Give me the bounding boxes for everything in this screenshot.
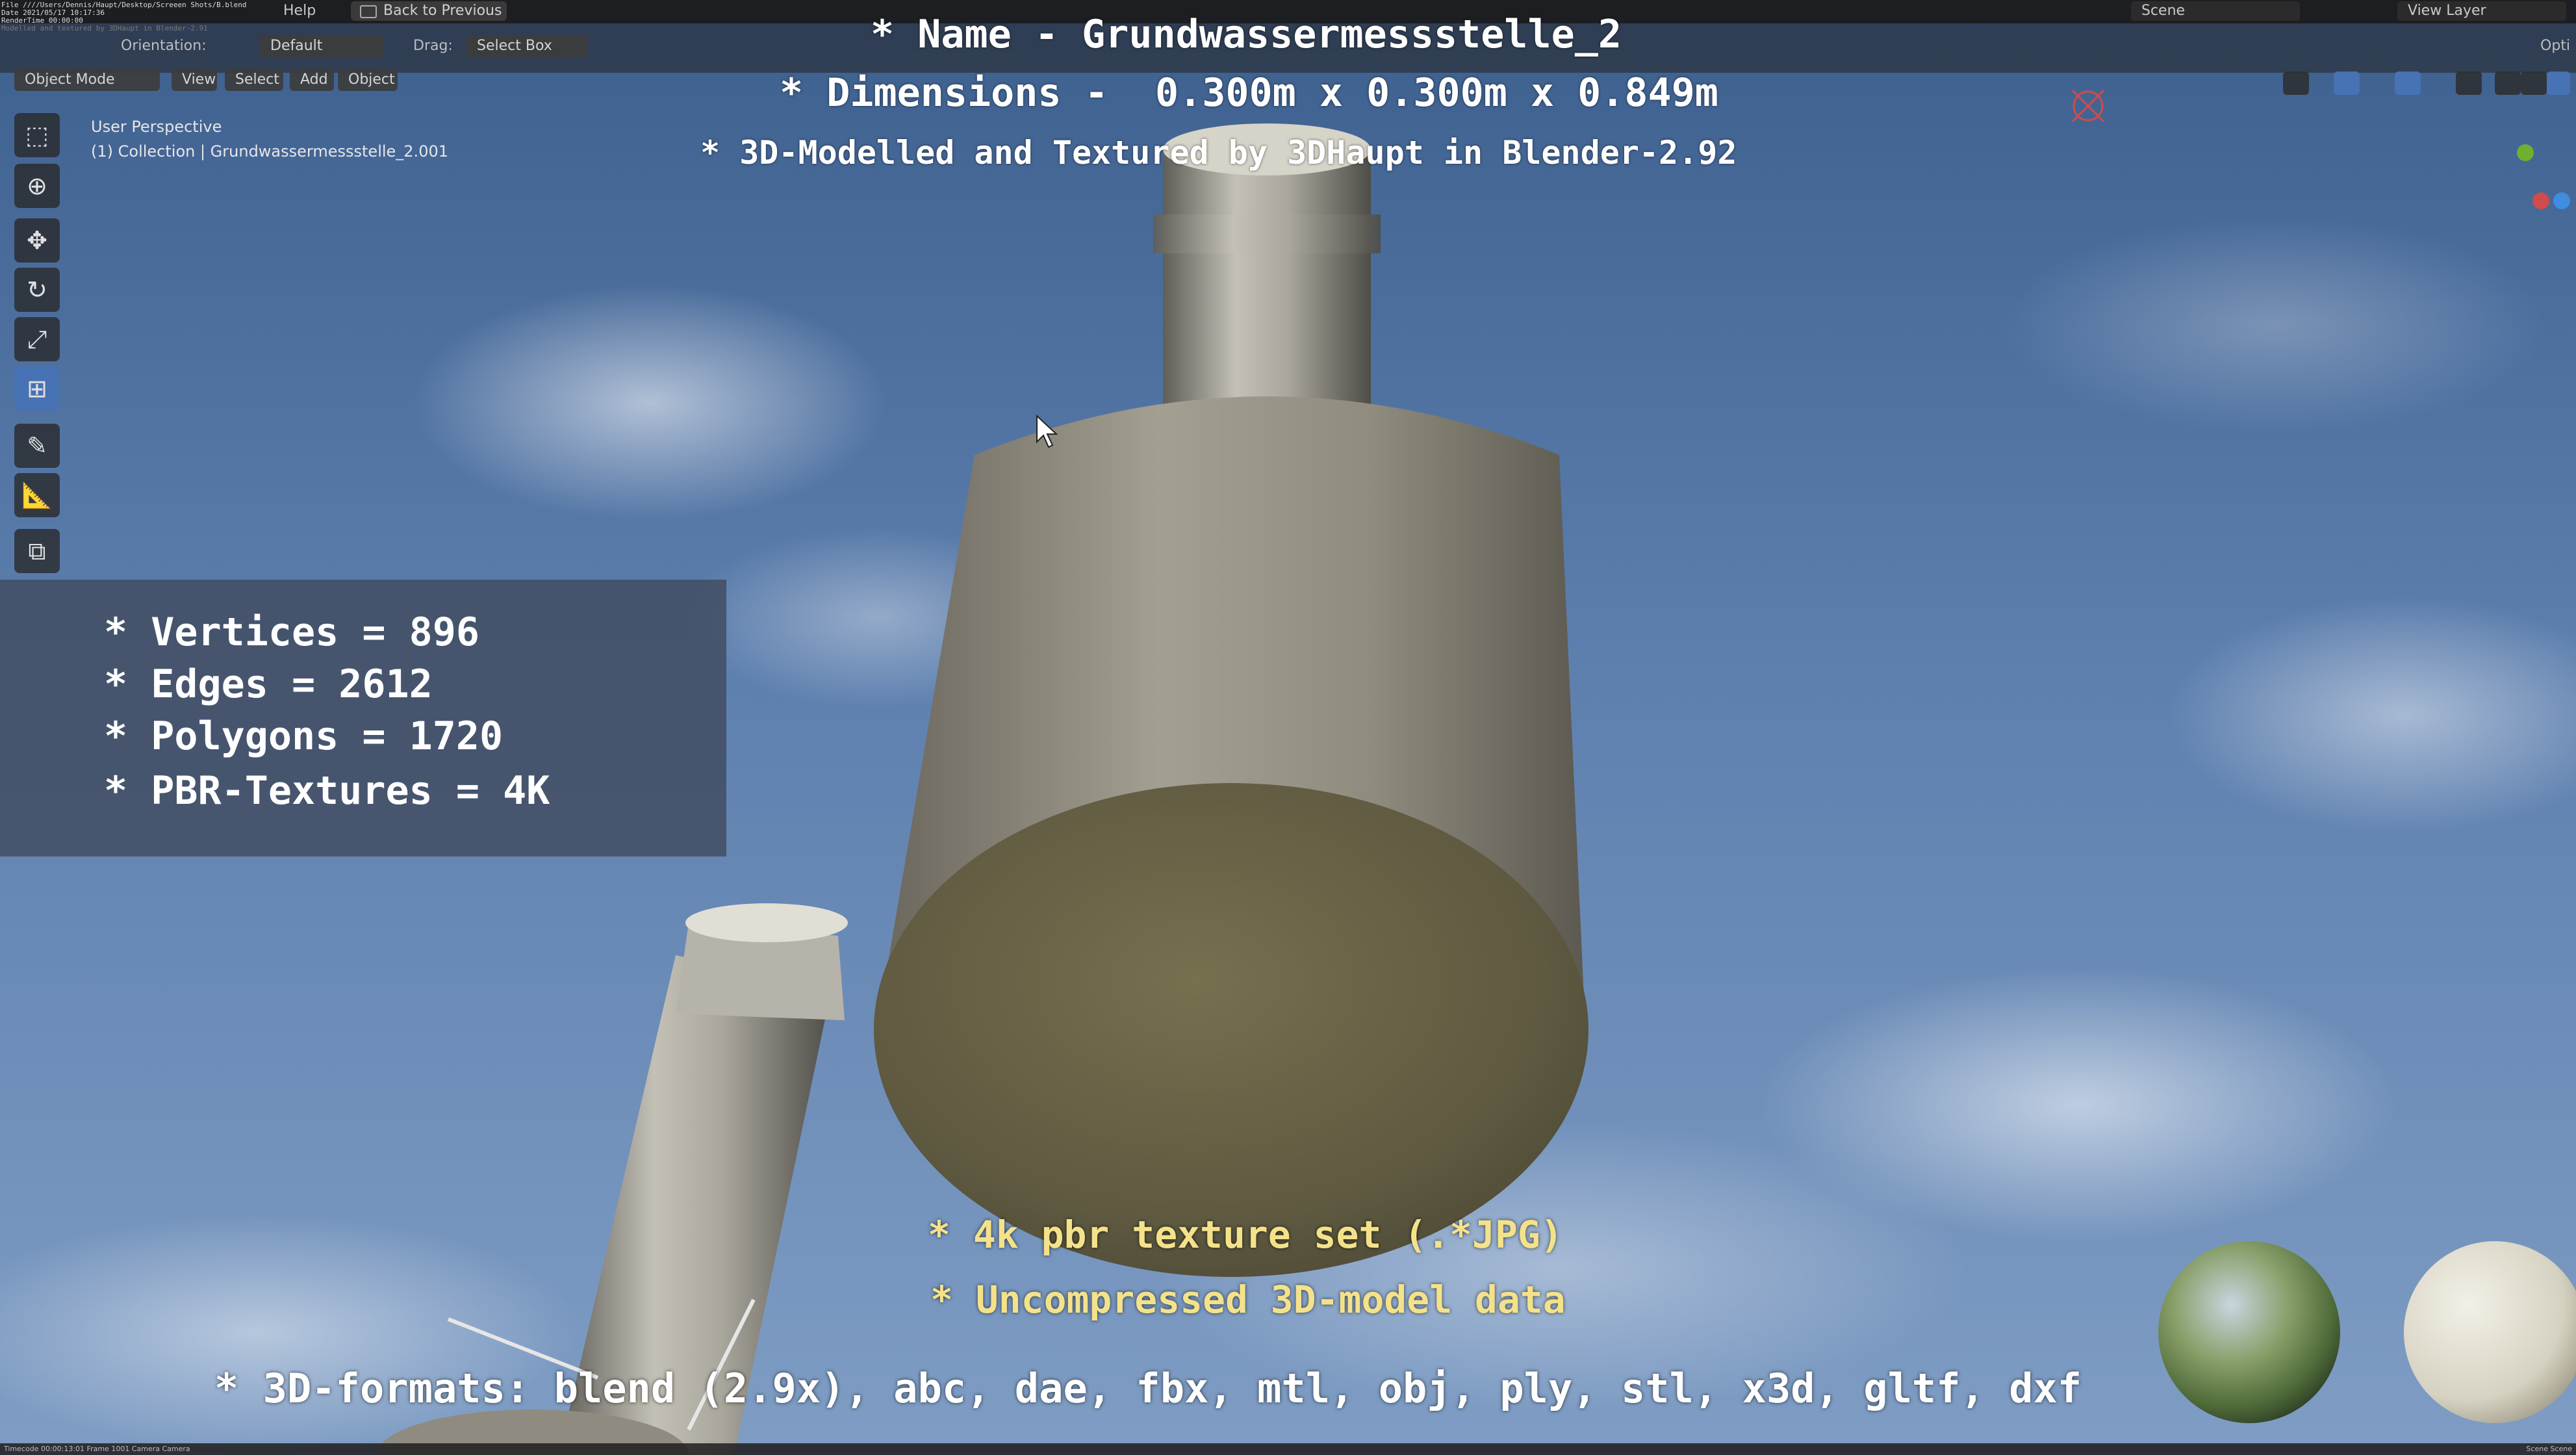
scene-selector[interactable]: Scene [2131,1,2300,21]
material-shading-icon[interactable] [2547,71,2570,95]
overlay-toggle-icon[interactable] [2395,71,2421,95]
rotate-icon[interactable]: ↻ [14,268,60,312]
edges-stat: * Edges = 2612 [104,662,433,707]
stats-panel: * Vertices = 896 * Edges = 2612 * Polygo… [0,580,726,856]
back-icon [360,5,377,18]
model-name-text: * Name - Grundwassermessstelle_2 [871,12,1622,57]
texture-set-text: * 4k pbr texture set (.*JPG) [928,1213,1563,1257]
perspective-label: User Perspective [91,118,222,136]
gizmo-y-axis[interactable] [2517,144,2534,161]
back-to-previous-label: Back to Previous [383,3,502,19]
pipe-upper [1163,149,1371,416]
concrete-base-face [874,783,1588,1277]
menu-add[interactable]: Add [290,69,334,91]
solid-shading-icon[interactable] [2521,71,2547,95]
options-menu[interactable]: Opti [2540,38,2570,54]
menu-help[interactable]: Help [283,3,316,19]
scale-icon[interactable]: ⤢ [14,317,60,361]
material-preview-sphere [2404,1241,2576,1423]
gizmo-toggle-icon[interactable] [2334,71,2360,95]
default-dropdown[interactable]: Default [260,35,383,57]
formats-text: * 3D-formats: blend (2.9x), abc, dae, fb… [214,1365,2082,1412]
collection-label: (1) Collection | Grundwassermessstelle_2… [91,142,448,161]
xray-icon[interactable] [2456,71,2482,95]
credit-text: * 3D-Modelled and Textured by 3DHaupt in… [700,134,1737,172]
transform-icon[interactable]: ⊞ [14,367,60,411]
measure-icon[interactable]: 📐 [14,473,60,517]
wireframe-shading-icon[interactable] [2495,71,2521,95]
menu-object[interactable]: Object [338,69,398,91]
drag-label: Drag: [413,38,453,54]
dimensions-text: * Dimensions - 0.300m x 0.300m x 0.849m [780,70,1718,116]
status-left: Timecode 00:00:13:01 Frame 1001 Camera C… [4,1445,190,1453]
cursor-icon[interactable]: ⊕ [14,164,60,208]
select-box-icon[interactable]: ⬚ [14,113,60,157]
add-cube-icon[interactable]: ⧉ [14,529,60,573]
move-icon[interactable]: ✥ [14,218,60,263]
gizmo-z-axis[interactable] [2553,192,2570,209]
vertices-stat: * Vertices = 896 [104,610,479,655]
hdri-preview-sphere [2158,1241,2340,1423]
orientation-label: Orientation: [121,38,207,54]
menu-view[interactable]: View [172,69,217,91]
uncompressed-text: * Uncompressed 3D-model data [930,1278,1566,1322]
viewport-info: User Perspective (1) Collection | Grundw… [91,114,448,164]
polygons-stat: * Polygons = 1720 [104,714,504,759]
view-layer-selector[interactable]: View Layer [2397,1,2566,21]
select-box-dropdown[interactable]: Select Box [466,35,587,57]
textures-stat: * PBR-Textures = 4K [104,768,550,814]
status-bar: Timecode 00:00:13:01 Frame 1001 Camera C… [0,1443,2576,1455]
visibility-icon[interactable] [2283,71,2309,95]
menu-select[interactable]: Select [225,69,283,91]
gizmo-x-axis[interactable] [2532,192,2549,209]
annotate-icon[interactable]: ✎ [14,424,60,468]
object-mode-dropdown[interactable]: Object Mode [14,69,160,91]
back-to-previous-button[interactable]: Back to Previous [351,1,507,21]
view-target-icon [2071,89,2105,123]
status-right: Scene Scene [2526,1445,2572,1453]
